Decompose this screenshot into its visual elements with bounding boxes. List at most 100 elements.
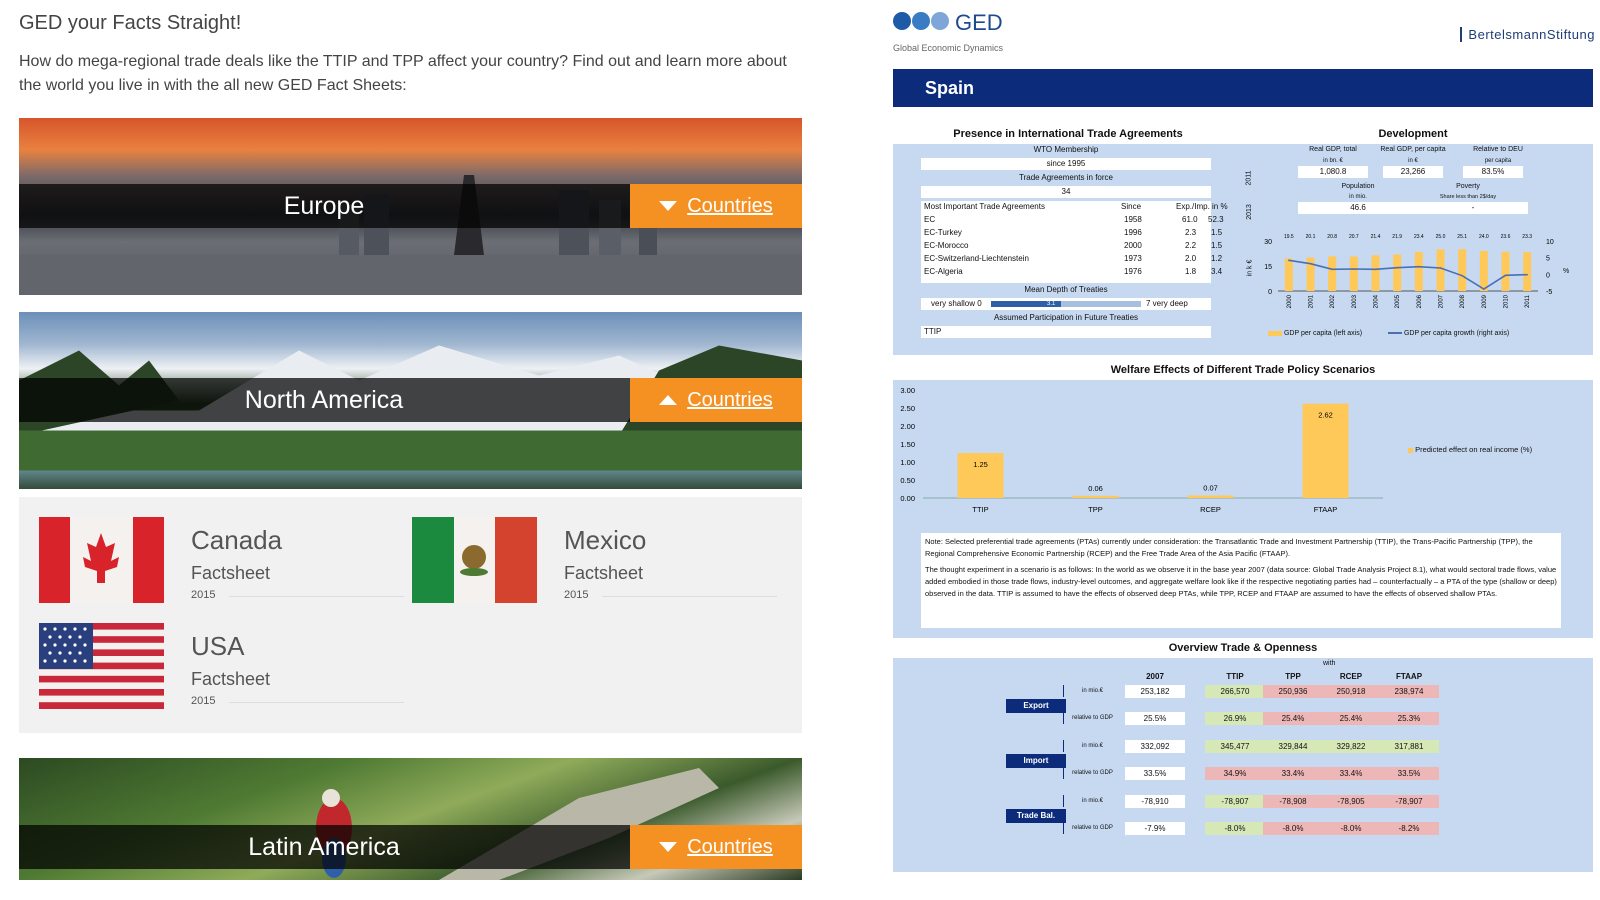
overview-cell: -8.0% — [1321, 822, 1381, 835]
factsheet-link[interactable]: Factsheet — [191, 563, 270, 584]
country-canada[interactable]: Canada Factsheet 2015 — [19, 517, 404, 607]
overview-cell: -8.2% — [1379, 822, 1439, 835]
country-mexico[interactable]: Mexico Factsheet 2015 — [392, 517, 777, 607]
welfare-legend-label: Predicted effect on real income (%) — [1415, 445, 1533, 454]
gdp-growth-point — [1526, 273, 1528, 276]
agreement-name: EC-Algeria — [924, 267, 963, 276]
usa-flag-icon — [39, 623, 164, 709]
gdp-bar-label: 21.4 — [1371, 234, 1381, 240]
welfare-bar-label: 2.62 — [1318, 411, 1333, 420]
agreement-row: EC-Turkey 1996 2.3 1.5 — [921, 228, 1222, 241]
legend-line: GDP per capita growth (right axis) — [1388, 328, 1509, 340]
overview-row-label: Import — [1006, 754, 1066, 768]
overview-cell: 33.5% — [1125, 767, 1185, 780]
development-panel: Real GDP, total Real GDP, per capita Rel… — [1238, 144, 1593, 355]
y-tick-label: 2.00 — [900, 422, 915, 431]
page-title: GED your Facts Straight! — [19, 12, 242, 34]
overview-col-header: FTAAP — [1395, 672, 1423, 681]
year-label: 2000 — [1287, 294, 1293, 308]
year-label: 2006 — [1417, 294, 1423, 308]
depth-high-label: 7 very deep — [1146, 299, 1188, 308]
gdp-bar — [1328, 256, 1337, 291]
gdp-growth-point — [1418, 265, 1420, 268]
country-usa[interactable]: USA Factsheet 2015 — [19, 623, 404, 713]
agreement-exp: 1.8 — [1185, 267, 1197, 276]
depth-scale: very shallow 0 3.1 7 very deep — [921, 298, 1211, 310]
col-since: Since — [1121, 202, 1142, 211]
gdp-bar-label: 23.6 — [1501, 234, 1511, 240]
y-tick-label: 0.00 — [900, 494, 915, 503]
overview-cell: 329,822 — [1321, 740, 1381, 753]
gdp-growth-point — [1504, 274, 1507, 277]
welfare-category-label: RCEP — [1200, 505, 1221, 514]
overview-cell: -78,910 — [1125, 795, 1185, 808]
countries-link[interactable]: Countries — [687, 389, 773, 412]
factsheet-year: 2015 — [191, 589, 216, 601]
gdp-bar-label: 20.1 — [1306, 234, 1316, 240]
agreement-row: EC-Switzerland-Liechtenstein 1973 2.0 1.… — [921, 254, 1222, 267]
col-agreements: Most Important Trade Agreements — [924, 202, 1045, 211]
year-label: 2010 — [1504, 294, 1510, 308]
gdp-growth-point — [1288, 259, 1290, 262]
europe-countries-button[interactable]: Countries — [630, 184, 802, 228]
gdp-bar-label: 21.9 — [1392, 234, 1402, 240]
overview-cell: 26.9% — [1205, 712, 1265, 725]
gdp-growth-point — [1461, 274, 1463, 277]
countries-link[interactable]: Countries — [687, 195, 773, 218]
agreement-exp: 61.0 — [1182, 215, 1198, 224]
overview-cell: 345,477 — [1205, 740, 1265, 753]
wto-value: since 1995 — [921, 158, 1211, 170]
year-label: 2007 — [1439, 294, 1445, 308]
gdp-bar — [1349, 256, 1358, 291]
gdp-bar-label: 20.8 — [1327, 234, 1337, 240]
y2-tick-label: 0 — [1546, 272, 1550, 279]
col-exp-imp: Exp./Imp. in % — [1176, 202, 1228, 211]
gdp-growth-point — [1483, 288, 1485, 290]
welfare-bar-label: 1.25 — [973, 460, 988, 469]
legend-bar-label: GDP per capita (left axis) — [1283, 330, 1363, 337]
overview-unit: relative to GDP — [1063, 822, 1121, 834]
population-value: 46.6 — [1298, 202, 1418, 214]
gdp-growth-point — [1374, 268, 1377, 271]
gdp-bar-label: 19.5 — [1284, 234, 1294, 240]
agreement-since: 1973 — [1124, 254, 1142, 263]
factsheet-link[interactable]: Factsheet — [191, 669, 270, 690]
ged-logo: GED Global Economic Dynamics — [893, 10, 1013, 57]
welfare-bar-label: 0.07 — [1203, 483, 1218, 492]
overview-unit: relative to GDP — [1063, 767, 1121, 779]
presence-title: Presence in International Trade Agreemen… — [953, 128, 1183, 140]
north-america-countries-button[interactable]: Countries — [630, 378, 802, 422]
countries-link[interactable]: Countries — [687, 836, 773, 859]
y-tick-label: 3.00 — [900, 386, 915, 395]
gdp-bar-label: 23.4 — [1414, 234, 1424, 240]
mexico-flag-icon — [412, 517, 537, 603]
factsheet-year: 2015 — [564, 589, 589, 601]
force-label: Trade Agreements in force — [1019, 173, 1113, 182]
development-title: Development — [1378, 128, 1448, 140]
y2-tick-label: 5 — [1546, 256, 1550, 263]
agreement-name: EC — [924, 215, 936, 224]
gdp-pc-value: 23,266 — [1383, 166, 1443, 178]
future-label: Assumed Participation in Future Treaties — [993, 313, 1139, 322]
gdp-bar-label: 24.0 — [1479, 234, 1489, 240]
depth-low-label: very shallow 0 — [931, 299, 982, 308]
y2-tick-label: 10 — [1546, 239, 1554, 246]
year-2011: 2011 — [1245, 170, 1253, 186]
note-paragraph-1: Note: Selected preferential trade agreem… — [925, 537, 1533, 558]
region-latin-america: Latin America Countries — [19, 758, 802, 880]
overview-cell: 266,570 — [1205, 685, 1265, 698]
overview-cell: 25.5% — [1125, 712, 1185, 725]
overview-cell: 332,092 — [1125, 740, 1185, 753]
year-label: 2003 — [1352, 294, 1358, 308]
year-label: 2001 — [1309, 294, 1315, 308]
agreement-since: 1976 — [1124, 267, 1142, 276]
overview-cell: -8.0% — [1263, 822, 1323, 835]
gdp-bar-label: 25.1 — [1457, 234, 1467, 240]
gdp-growth-point — [1309, 262, 1312, 265]
gdp-bar — [1436, 249, 1445, 291]
agreement-imp: 1.5 — [1211, 228, 1223, 237]
future-value: TTIP — [921, 326, 1211, 338]
y-tick-label: 1.00 — [900, 458, 915, 467]
factsheet-link[interactable]: Factsheet — [564, 563, 643, 584]
latin-america-countries-button[interactable]: Countries — [630, 825, 802, 869]
